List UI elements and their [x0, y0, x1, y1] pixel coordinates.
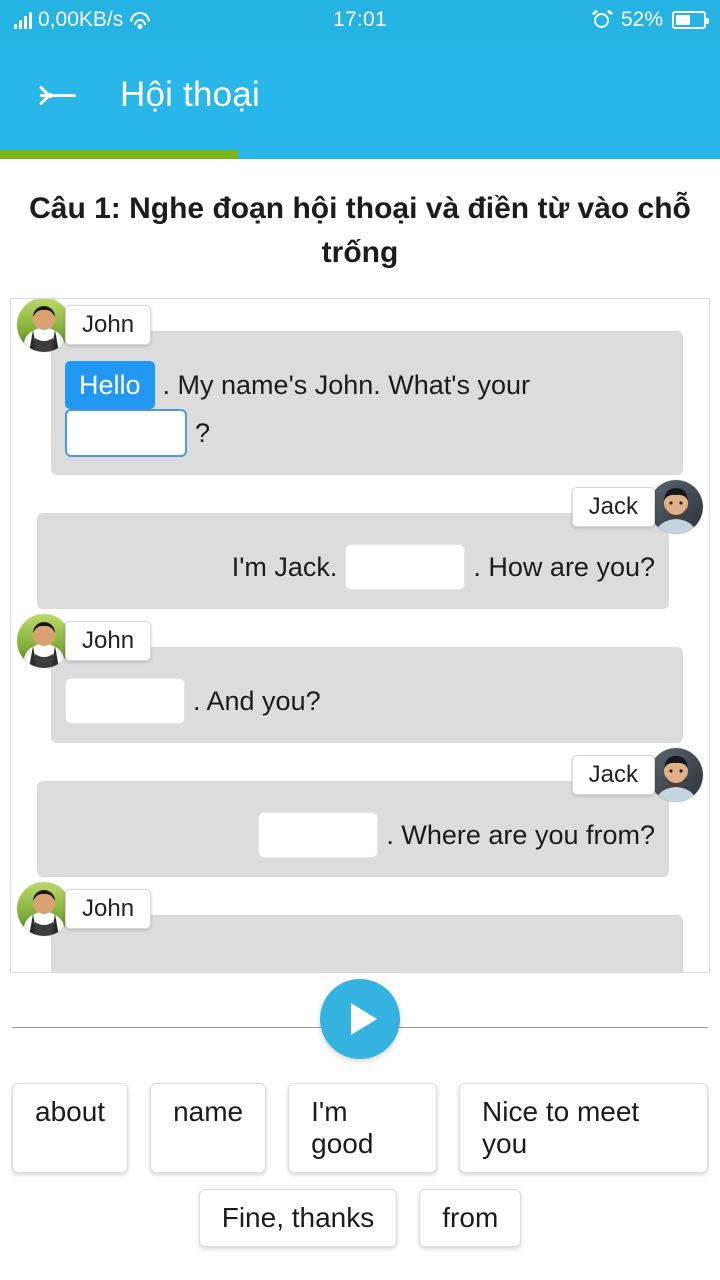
speaker-name-tag: Jack: [571, 487, 655, 528]
chat-message-header: John: [17, 299, 703, 352]
play-triangle: [351, 1003, 377, 1035]
app-bar: Hội thoại: [0, 40, 720, 150]
chat-bubble: Hello. My name's John. What's your?: [51, 331, 683, 476]
john-avatar: [17, 299, 71, 352]
answer-blank[interactable]: [258, 812, 379, 859]
chat-message: Jack I'm Jack. . How are you?: [11, 480, 709, 610]
chat-bubble-line: . And you?: [65, 678, 669, 725]
chat-bubble-line: . Where are you from?: [51, 812, 655, 859]
speaker-name-tag: Jack: [571, 755, 655, 796]
jack-avatar: [649, 748, 703, 803]
chat-message: John: [11, 882, 709, 972]
word-option[interactable]: about: [12, 1083, 129, 1173]
sentence-text: I'm Jack.: [231, 552, 338, 583]
word-bank-row: about name I'm good Nice to meet you: [12, 1083, 708, 1173]
chat-bubble-line: I'm Jack. . How are you?: [51, 544, 655, 591]
word-bank: about name I'm good Nice to meet you Fine, t…: [0, 1075, 720, 1247]
word-option[interactable]: Fine, thanks: [198, 1189, 398, 1247]
jack-avatar: [649, 480, 703, 535]
page-title: Hội thoại: [120, 75, 260, 114]
answer-blank[interactable]: [65, 409, 187, 458]
chat-message-header: Jack: [17, 480, 703, 535]
speaker-name-tag: John: [65, 889, 152, 930]
sentence-text: . Where are you from?: [386, 820, 655, 851]
chat-bubble-line: ?: [65, 409, 669, 458]
chat-message-header: Jack: [17, 748, 703, 803]
sentence-text: ?: [195, 418, 211, 449]
play-icon[interactable]: [320, 979, 400, 1059]
chat-bubble-line: Hello. My name's John. What's your: [65, 361, 669, 410]
speaker-name-tag: John: [65, 621, 152, 662]
john-avatar: [17, 882, 71, 937]
lesson-progress-fill: [0, 150, 238, 159]
sentence-text: . And you?: [193, 686, 321, 717]
word-option[interactable]: I'm good: [288, 1083, 438, 1173]
lesson-progress-bar: [0, 150, 720, 159]
john-avatar: [17, 614, 71, 669]
chat-message-header: John: [17, 614, 703, 669]
chat-message: John . And you?: [11, 614, 709, 744]
answer-blank[interactable]: [65, 678, 185, 725]
back-arrow-icon[interactable]: [38, 78, 78, 112]
sentence-text: . How are you?: [473, 552, 655, 583]
battery-icon: [672, 11, 709, 29]
status-bar: 0,00KB/s 17:01 52%: [0, 0, 720, 40]
word-option[interactable]: name: [150, 1083, 267, 1173]
alarm-icon: [591, 8, 614, 30]
word-option[interactable]: Nice to meet you: [459, 1083, 708, 1173]
battery-percent-label: 52%: [620, 8, 663, 31]
word-bank-row: Fine, thanks from: [12, 1189, 708, 1247]
conversation-card[interactable]: John Hello. My name's John. What's your? J…: [10, 298, 710, 973]
question-prompt: Câu 1: Nghe đoạn hội thoại và điền từ và…: [29, 192, 691, 269]
speaker-name-tag: John: [65, 305, 152, 345]
chat-message-header: John: [17, 882, 703, 937]
status-bar-right: 52%: [591, 8, 709, 32]
chat-message: John Hello. My name's John. What's your?: [11, 299, 709, 476]
audio-player-row: [0, 979, 720, 1075]
sentence-text: . My name's John. What's your: [162, 370, 530, 400]
chat-message: Jack . Where are you from?: [11, 748, 709, 878]
answer-chip-filled[interactable]: Hello: [65, 361, 155, 410]
word-option[interactable]: from: [419, 1189, 522, 1247]
answer-blank[interactable]: [345, 544, 466, 591]
